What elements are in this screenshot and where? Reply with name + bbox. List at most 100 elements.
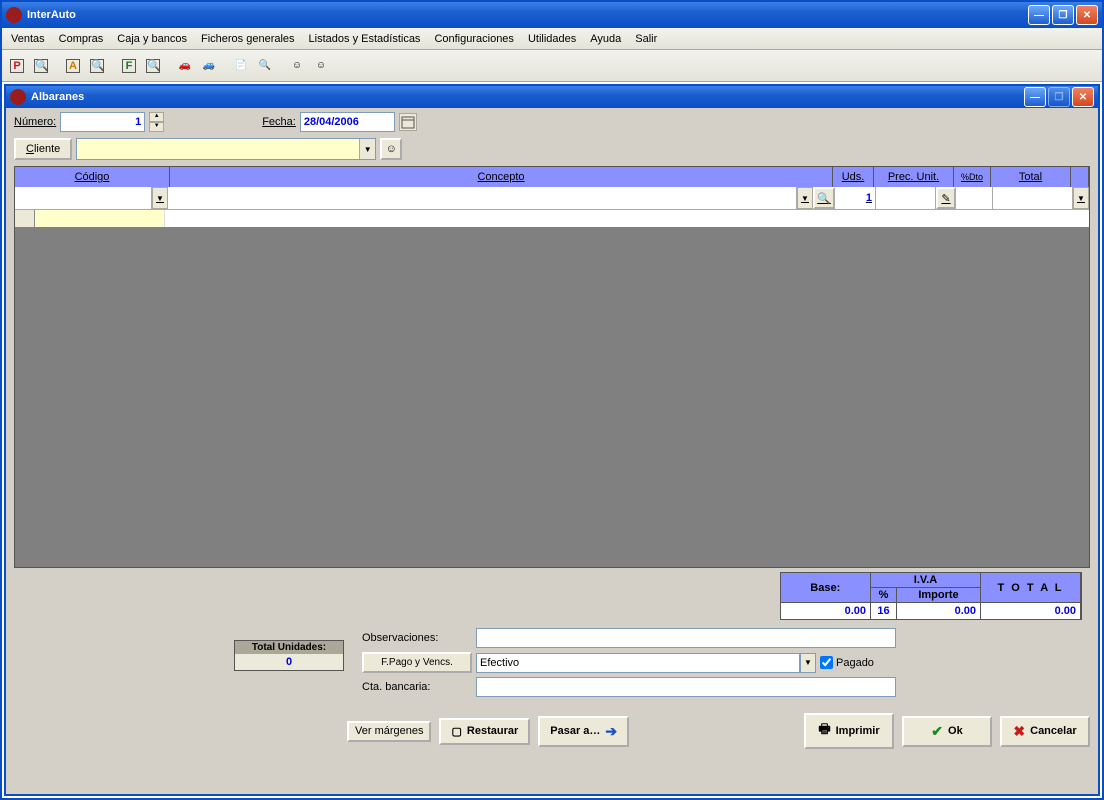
child-close-button[interactable]: ✕	[1072, 87, 1094, 107]
input-total[interactable]	[993, 187, 1072, 209]
totals-iva-label: I.V.A	[871, 573, 981, 588]
tool-face2-icon[interactable]: ☺	[310, 55, 332, 77]
cell-codigo[interactable]	[35, 210, 165, 227]
minimize-button[interactable]: —	[1028, 5, 1050, 25]
pasar-label: Pasar a…	[550, 725, 600, 737]
ok-button[interactable]: ✔ Ok	[902, 716, 992, 747]
numero-spinner[interactable]: ▲ ▼	[149, 112, 164, 132]
menu-compras[interactable]: Compras	[52, 30, 111, 48]
pagado-checkbox[interactable]	[820, 656, 833, 669]
toolbar: P 🔍 A 🔍 F 🔍 🚗 🚙 📄 🔍 ☺ ☺	[2, 50, 1102, 82]
menu-listados[interactable]: Listados y Estadísticas	[302, 30, 428, 48]
app-icon	[6, 7, 22, 23]
arrow-right-icon: ➔	[605, 723, 617, 740]
form-row-top: Número: ▲ ▼ Fecha:	[6, 108, 1098, 136]
fpago-input[interactable]	[476, 653, 800, 673]
tool-a-search-icon[interactable]: 🔍	[86, 55, 108, 77]
input-punit[interactable]	[876, 187, 935, 209]
row-handle[interactable]	[15, 210, 35, 227]
pagado-check-wrap[interactable]: Pagado	[820, 656, 874, 669]
cell-rest[interactable]	[165, 210, 1089, 227]
numero-input[interactable]	[60, 112, 145, 132]
concepto-dropdown-icon[interactable]: ▼	[797, 187, 813, 209]
punit-edit-button[interactable]: ✎	[936, 187, 956, 209]
header-uds[interactable]: Uds.	[833, 167, 874, 187]
spin-down-icon[interactable]: ▼	[149, 122, 164, 132]
totals-total-value: 0.00	[981, 603, 1081, 620]
menu-ficheros[interactable]: Ficheros generales	[194, 30, 302, 48]
tool-f-icon[interactable]: F	[118, 55, 140, 77]
input-codigo[interactable]	[15, 187, 151, 209]
items-grid: Código Concepto Uds. Prec. Unit. %Dto To…	[14, 166, 1090, 568]
pasar-button[interactable]: Pasar a… ➔	[538, 716, 629, 747]
child-minimize-button[interactable]: —	[1024, 87, 1046, 107]
fecha-label: Fecha:	[262, 116, 296, 128]
concepto-lookup-button[interactable]: 🔍	[813, 187, 835, 209]
grid-data-row[interactable]	[15, 209, 1089, 227]
cta-input[interactable]	[476, 677, 896, 697]
header-codigo[interactable]: Código	[15, 167, 170, 187]
tool-p-icon[interactable]: P	[6, 55, 28, 77]
tool-a-icon[interactable]: A	[62, 55, 84, 77]
header-punit[interactable]: Prec. Unit.	[874, 167, 954, 187]
menu-caja[interactable]: Caja y bancos	[110, 30, 194, 48]
row-dropdown-icon[interactable]: ▼	[1073, 187, 1089, 209]
menu-salir[interactable]: Salir	[628, 30, 664, 48]
restaurar-button[interactable]: ▢ Restaurar	[439, 718, 530, 745]
input-dto[interactable]	[956, 187, 992, 209]
restore-icon: ▢	[451, 725, 461, 738]
cliente-button[interactable]: Cliente	[14, 138, 72, 160]
fpago-dropdown-icon[interactable]: ▼	[800, 653, 816, 673]
input-uds[interactable]	[835, 187, 875, 209]
total-units-label: Total Unidades:	[235, 641, 343, 654]
cancelar-button[interactable]: ✖ Cancelar	[1000, 716, 1090, 747]
child-icon	[10, 89, 26, 105]
main-titlebar: InterAuto — ❐ ✕	[2, 2, 1102, 28]
close-button[interactable]: ✕	[1076, 5, 1098, 25]
tool-p-search-icon[interactable]: 🔍	[30, 55, 52, 77]
cliente-input[interactable]	[77, 139, 359, 159]
totals-importe-label: Importe	[897, 588, 981, 603]
codigo-dropdown-icon[interactable]: ▼	[152, 187, 168, 209]
observ-input[interactable]	[476, 628, 896, 648]
imprimir-button[interactable]: 🖶 Imprimir	[804, 713, 894, 749]
spin-up-icon[interactable]: ▲	[149, 112, 164, 122]
check-icon: ✔	[931, 723, 943, 740]
cliente-lookup-button[interactable]: ☺	[380, 138, 402, 160]
footer-section: Total Unidades: 0 Observaciones: F.Pago …	[6, 620, 1098, 705]
tool-f-search-icon[interactable]: 🔍	[142, 55, 164, 77]
tool-doc-icon[interactable]: 📄	[230, 55, 252, 77]
main-window: InterAuto — ❐ ✕ Ventas Compras Caja y ba…	[0, 0, 1104, 800]
maximize-button[interactable]: ❐	[1052, 5, 1074, 25]
tool-car-icon[interactable]: 🚗	[174, 55, 196, 77]
header-dto[interactable]: %Dto	[954, 167, 991, 187]
printer-icon: 🖶	[818, 720, 830, 742]
tool-doc-search-icon[interactable]: 🔍	[254, 55, 276, 77]
app-title: InterAuto	[27, 9, 76, 21]
cliente-dropdown-icon[interactable]: ▼	[359, 139, 375, 159]
header-concepto[interactable]: Concepto	[170, 167, 833, 187]
cliente-row: Cliente ▼ ☺	[6, 136, 1098, 166]
input-concepto[interactable]	[168, 187, 796, 209]
totals-total-label: T O T A L	[981, 573, 1081, 603]
totals-base-label: Base:	[781, 573, 871, 603]
totals-box: Base: I.V.A T O T A L % Importe 0.00 16 …	[780, 572, 1083, 620]
menu-config[interactable]: Configuraciones	[427, 30, 521, 48]
header-scroll	[1071, 167, 1089, 187]
tool-car2-icon[interactable]: 🚙	[198, 55, 220, 77]
ver-margenes-button[interactable]: Ver márgenes	[347, 721, 431, 742]
tool-face1-icon[interactable]: ☺	[286, 55, 308, 77]
menu-ayuda[interactable]: Ayuda	[583, 30, 628, 48]
fecha-input[interactable]	[300, 112, 395, 132]
child-titlebar: Albaranes — ❐ ✕	[6, 86, 1098, 108]
child-title: Albaranes	[31, 91, 84, 103]
header-total[interactable]: Total	[991, 167, 1071, 187]
calendar-button[interactable]	[399, 113, 417, 131]
numero-label: Número:	[14, 116, 56, 128]
totals-pct-value: 16	[871, 603, 897, 620]
cliente-combo[interactable]: ▼	[76, 138, 376, 160]
menu-ventas[interactable]: Ventas	[4, 30, 52, 48]
pagado-label: Pagado	[836, 657, 874, 669]
menu-utilidades[interactable]: Utilidades	[521, 30, 583, 48]
fpago-button[interactable]: F.Pago y Vencs.	[362, 652, 472, 673]
